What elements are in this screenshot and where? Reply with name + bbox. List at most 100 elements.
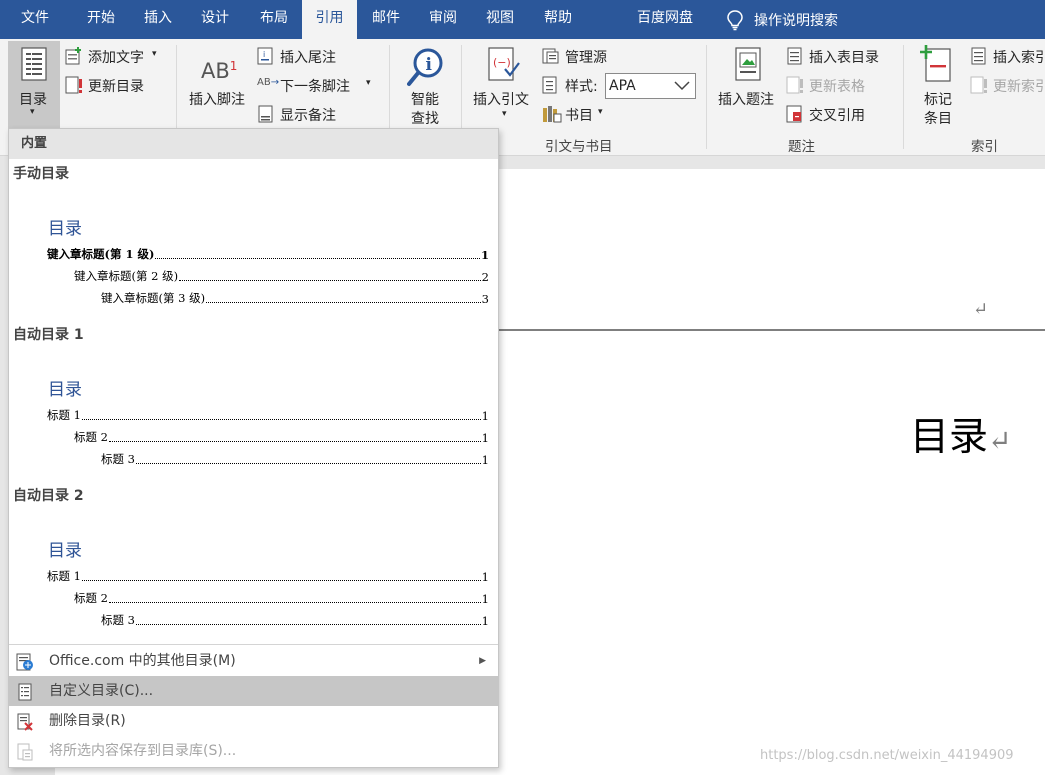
preview-title: 目录 — [48, 380, 82, 400]
update-toc-icon[interactable] — [65, 76, 83, 98]
insert-footnote-icon[interactable]: AB1 — [201, 59, 237, 83]
smart-lookup-label-1[interactable]: 智能 — [411, 89, 439, 109]
preview-toc-line: 标题 31 — [101, 613, 489, 628]
office-online-icon — [16, 653, 33, 671]
insert-caption-button[interactable]: 插入题注 — [718, 89, 774, 109]
tab-help[interactable]: 帮助 — [529, 0, 587, 39]
gallery-item-auto-toc-2[interactable]: 目录 标题 11 标题 21 标题 31 — [9, 506, 498, 636]
citation-style-value: APA — [609, 78, 636, 94]
table-of-contents-icon[interactable] — [21, 47, 47, 85]
group-divider — [706, 45, 707, 149]
mark-entry-label-2[interactable]: 条目 — [924, 108, 952, 128]
cross-reference-button[interactable]: 交叉引用 — [809, 105, 865, 125]
next-footnote-button[interactable]: 下一条脚注 — [280, 76, 350, 96]
more-tocs-label: Office.com 中的其他目录(M) — [49, 653, 236, 669]
tab-references[interactable]: 引用 — [302, 0, 357, 39]
submenu-arrow-icon: ▶ — [479, 656, 486, 666]
tab-home[interactable]: 开始 — [70, 0, 132, 39]
custom-toc-item[interactable]: 自定义目录(C)... — [9, 676, 498, 706]
insert-citation-button[interactable]: 插入引文 — [473, 89, 529, 109]
mark-entry-icon[interactable] — [920, 45, 952, 87]
document-heading[interactable]: 目录↵ — [910, 406, 1011, 462]
tab-mailings[interactable]: 邮件 — [357, 0, 415, 39]
menu-divider — [9, 644, 498, 645]
svg-text:i: i — [426, 55, 433, 75]
group-divider — [903, 45, 904, 149]
show-notes-button[interactable]: 显示备注 — [280, 105, 336, 125]
toc-button[interactable]: 目录 — [19, 89, 47, 109]
tab-insert[interactable]: 插入 — [132, 0, 184, 39]
tab-layout[interactable]: 布局 — [246, 0, 302, 39]
insert-footnote-button[interactable]: 插入脚注 — [189, 89, 245, 109]
preview-title: 目录 — [48, 541, 82, 561]
add-text-dropdown-arrow-icon[interactable]: ▾ — [152, 49, 157, 59]
lightbulb-icon — [727, 9, 743, 30]
chevron-down-icon[interactable] — [674, 81, 690, 91]
insert-caption-icon[interactable] — [735, 47, 763, 87]
paragraph-mark: ↵ — [973, 299, 989, 320]
update-index-button: 更新索引 — [993, 79, 1045, 95]
tab-view[interactable]: 视图 — [471, 0, 529, 39]
tab-file[interactable]: 文件 — [0, 0, 70, 39]
smart-lookup-icon[interactable]: i — [407, 47, 445, 91]
toc-dropdown-menu: 内置 手动目录 目录 键入章标题(第 1 级) 1 键入章标题(第 2 级) 2 键… — [8, 128, 499, 768]
footnote-ab-glyph: AB — [201, 59, 230, 83]
more-tocs-from-office-item[interactable]: Office.com 中的其他目录(M) ▶ — [9, 646, 498, 676]
insert-index-button[interactable]: 插入索引 — [993, 47, 1045, 67]
watermark: https://blog.csdn.net/weixin_44194909 — [760, 748, 1014, 763]
custom-toc-label: 自定义目录(C)... — [49, 683, 154, 699]
remove-toc-label: 删除目录(R) — [49, 713, 126, 729]
svg-text:i: i — [263, 50, 265, 59]
preview-toc-line: 标题 21 — [74, 591, 489, 606]
svg-text:(−): (−) — [493, 56, 511, 69]
show-notes-icon[interactable] — [257, 105, 275, 127]
insert-endnote-button[interactable]: 插入尾注 — [280, 47, 336, 67]
tab-review[interactable]: 审阅 — [415, 0, 471, 39]
preview-toc-line: 键入章标题(第 1 级) 1 — [47, 247, 489, 262]
mark-entry-label-1[interactable]: 标记 — [924, 89, 952, 109]
insert-endnote-icon[interactable]: i — [257, 47, 275, 69]
update-table-button: 更新表格 — [809, 79, 865, 95]
update-toc-button[interactable]: 更新目录 — [88, 76, 144, 96]
manage-sources-button[interactable]: 管理源 — [565, 47, 607, 67]
remove-toc-item[interactable]: 删除目录(R) — [9, 706, 498, 736]
page-break-line — [495, 329, 1045, 331]
gallery-title-auto-1: 自动目录 1 — [13, 327, 84, 343]
gallery-item-auto-toc-1[interactable]: 目录 标题 11 标题 21 标题 31 — [9, 345, 498, 475]
group-label-citations: 引文与书目 — [545, 139, 613, 155]
document-heading-text: 目录 — [910, 415, 989, 460]
footnote-superscript-glyph: 1 — [229, 59, 238, 73]
save-selection-to-gallery-item: 将所选内容保存到目录库(S)... — [9, 736, 498, 766]
section-header-builtin: 内置 — [9, 129, 498, 159]
preview-toc-line: 标题 31 — [101, 452, 489, 467]
title-menu-bar: 文件 开始 插入 设计 布局 引用 邮件 审阅 视图 帮助 百度网盘 操作说明搜… — [0, 0, 1045, 39]
tell-me-label: 操作说明搜索 — [754, 12, 838, 29]
cross-reference-icon[interactable] — [786, 105, 804, 127]
bibliography-dropdown-arrow-icon[interactable]: ▾ — [598, 107, 603, 117]
tab-baidu-netdisk[interactable]: 百度网盘 — [622, 0, 708, 39]
preview-toc-line: 标题 11 — [47, 408, 489, 423]
add-text-icon[interactable] — [65, 47, 83, 69]
add-text-button[interactable]: 添加文字 — [88, 47, 144, 67]
insert-table-of-figures-icon[interactable] — [786, 47, 804, 69]
insert-citation-dropdown-arrow-icon[interactable]: ▾ — [502, 109, 507, 119]
remove-toc-icon — [17, 713, 33, 731]
toc-dropdown-arrow-icon[interactable]: ▾ — [30, 107, 35, 117]
save-to-gallery-icon — [17, 743, 33, 761]
preview-toc-line: 标题 21 — [74, 430, 489, 445]
next-footnote-icon[interactable]: AB→ — [257, 77, 279, 88]
citation-style-select[interactable]: APA — [605, 73, 696, 99]
style-label: 样式: — [565, 79, 598, 95]
tab-design[interactable]: 设计 — [184, 0, 246, 39]
manage-sources-icon[interactable] — [542, 47, 560, 69]
bibliography-button[interactable]: 书目 — [565, 105, 593, 125]
smart-lookup-label-2[interactable]: 查找 — [411, 108, 439, 128]
insert-index-icon[interactable] — [970, 47, 988, 69]
insert-table-of-figures-button[interactable]: 插入表目录 — [809, 47, 879, 67]
gallery-item-manual-toc[interactable]: 目录 键入章标题(第 1 级) 1 键入章标题(第 2 级) 2 键入章标题(第 3… — [9, 184, 498, 314]
preview-toc-line: 标题 11 — [47, 569, 489, 584]
bibliography-icon[interactable] — [542, 105, 562, 127]
tell-me-search[interactable]: 操作说明搜索 — [726, 0, 838, 39]
insert-citation-icon[interactable]: (−) — [488, 47, 520, 87]
next-footnote-dropdown-arrow-icon[interactable]: ▾ — [366, 78, 371, 88]
